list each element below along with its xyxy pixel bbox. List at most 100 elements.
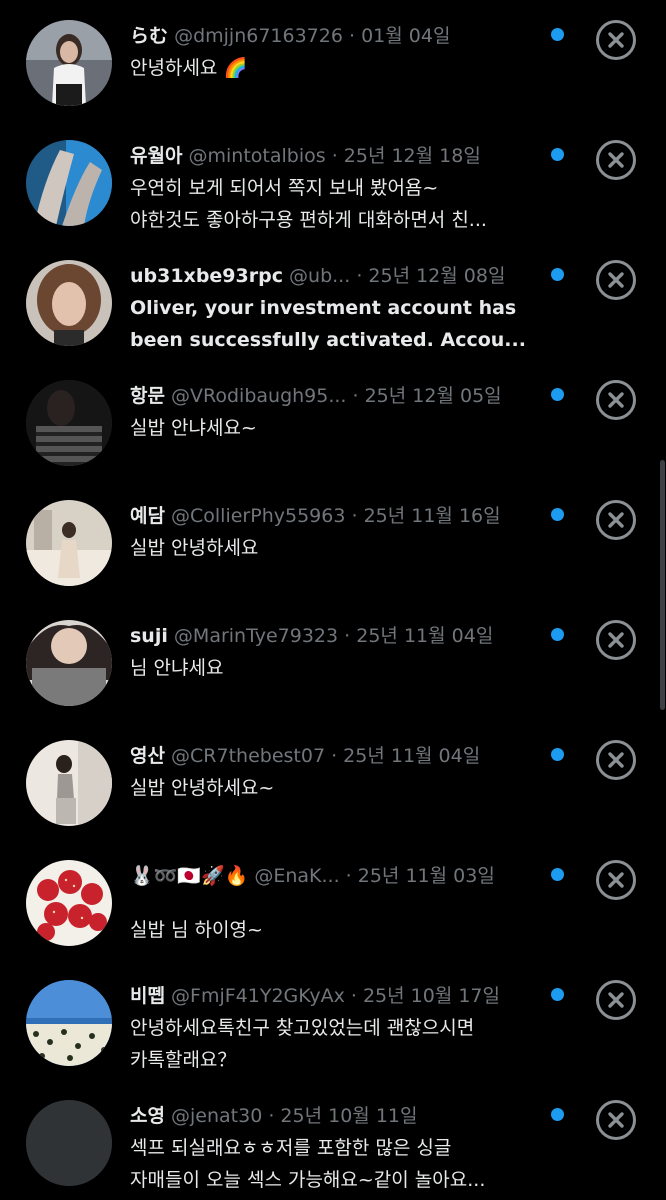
avatar[interactable]	[26, 1100, 112, 1186]
avatar[interactable]	[26, 380, 112, 466]
unread-dot-icon	[551, 868, 564, 881]
conversation-list: らむ @dmjjn67163726 · 01월 04일안녕하세요 🌈 유월아 @…	[0, 0, 666, 1200]
close-icon[interactable]	[596, 740, 636, 780]
unread-dot-icon	[551, 988, 564, 1001]
user-handle: @MarinTye79323	[173, 625, 339, 647]
conversation-content: ub31xbe93rpc @ub... · 25년 12월 08일 Oliver,…	[130, 260, 540, 356]
conversation-item[interactable]: らむ @dmjjn67163726 · 01월 04일안녕하세요 🌈	[0, 20, 666, 140]
user-handle: @jenat30	[171, 1105, 263, 1127]
message-preview: 실밥 안냐세요~	[130, 417, 257, 439]
conversation-content: 비뗍 @FmjF41Y2GKyAx · 25년 10월 17일안녕하세요톡친구 …	[130, 980, 540, 1076]
close-icon[interactable]	[596, 980, 636, 1020]
conversation-content: 소영 @jenat30 · 25년 10월 11일섹프 되실래요ㅎㅎ저를 포함한…	[130, 1100, 540, 1196]
conversation-header: らむ @dmjjn67163726 · 01월 04일	[130, 20, 540, 52]
display-name[interactable]: ub31xbe93rpc	[130, 265, 283, 287]
unread-dot-icon	[551, 748, 564, 761]
close-icon[interactable]	[596, 140, 636, 180]
display-name[interactable]: 영산	[130, 745, 165, 767]
message-date: · 25년 10월 17일	[350, 985, 501, 1007]
message-preview-line-2: been successfully activated. Accou...	[130, 329, 526, 351]
close-icon[interactable]	[596, 500, 636, 540]
close-icon[interactable]	[596, 20, 636, 60]
avatar[interactable]	[26, 980, 112, 1066]
user-handle: @CR7thebest07	[171, 745, 326, 767]
message-date: · 25년 12월 18일	[331, 145, 481, 167]
message-preview: 우연히 보게 되어서 쪽지 보내 봤어욤~	[130, 177, 439, 199]
avatar[interactable]	[26, 20, 112, 106]
conversation-item[interactable]: 항문 @VRodibaugh95... · 25년 12월 05일실밥 안냐세요…	[0, 380, 666, 500]
conversation-item[interactable]: ub31xbe93rpc @ub... · 25년 12월 08일 Oliver,…	[0, 260, 666, 380]
display-name[interactable]: suji	[130, 625, 168, 647]
display-name[interactable]: 비뗍	[130, 985, 165, 1007]
user-handle: @dmjjn67163726	[174, 25, 343, 47]
conversation-header: suji @MarinTye79323 · 25년 11월 04일	[130, 620, 540, 652]
close-icon[interactable]	[596, 1100, 636, 1140]
conversation-content: 영산 @CR7thebest07 · 25년 11월 04일실밥 안녕하세요~	[130, 740, 540, 804]
display-name[interactable]: らむ	[130, 25, 168, 47]
conversation-header: 항문 @VRodibaugh95... · 25년 12월 05일	[130, 380, 540, 412]
message-date: · 25년 11월 03일	[345, 865, 495, 887]
message-date: · 25년 10월 11일	[268, 1105, 418, 1127]
user-handle: @FmjF41Y2GKyAx	[171, 985, 345, 1007]
close-icon[interactable]	[596, 260, 636, 300]
user-handle: @VRodibaugh95...	[171, 385, 347, 407]
conversation-item[interactable]: 소영 @jenat30 · 25년 10월 11일섹프 되실래요ㅎㅎ저를 포함한…	[0, 1100, 666, 1200]
conversation-item[interactable]: 유월아 @mintotalbios · 25년 12월 18일우연히 보게 되어…	[0, 140, 666, 260]
display-name[interactable]: 항문	[130, 385, 165, 407]
close-icon[interactable]	[596, 380, 636, 420]
message-preview: 안녕하세요 🌈	[130, 57, 248, 79]
message-preview: 섹프 되실래요ㅎㅎ저를 포함한 많은 싱글	[130, 1137, 452, 1159]
unread-dot-icon	[551, 148, 564, 161]
conversation-header: 유월아 @mintotalbios · 25년 12월 18일	[130, 140, 540, 172]
unread-dot-icon	[551, 628, 564, 641]
message-preview: 안녕하세요톡친구 찾고있었는데 괜찮으시면	[130, 1017, 475, 1039]
scrollbar[interactable]	[660, 460, 665, 710]
user-handle: @CollierPhy55963	[171, 505, 346, 527]
conversation-header: 소영 @jenat30 · 25년 10월 11일	[130, 1100, 540, 1132]
avatar[interactable]	[26, 260, 112, 346]
message-date: · 25년 11월 16일	[351, 505, 501, 527]
display-name[interactable]: 유월아	[130, 145, 182, 167]
display-name[interactable]: 예담	[130, 505, 165, 527]
unread-dot-icon	[551, 28, 564, 41]
close-icon[interactable]	[596, 860, 636, 900]
conversation-item[interactable]: 🐰➿🇯🇵🚀🔥 @EnaK... · 25년 11월 03일실밥 님 하이영~	[0, 860, 666, 980]
conversation-item[interactable]: 비뗍 @FmjF41Y2GKyAx · 25년 10월 17일안녕하세요톡친구 …	[0, 980, 666, 1100]
message-preview: 실밥 안녕하세요~	[130, 777, 275, 799]
conversation-item[interactable]: 영산 @CR7thebest07 · 25년 11월 04일실밥 안녕하세요~	[0, 740, 666, 860]
message-preview: 실밥 안녕하세요	[130, 537, 259, 559]
display-name[interactable]: 🐰➿🇯🇵🚀🔥	[130, 865, 248, 887]
conversation-header: 영산 @CR7thebest07 · 25년 11월 04일	[130, 740, 540, 772]
avatar[interactable]	[26, 740, 112, 826]
avatar[interactable]	[26, 140, 112, 226]
unread-dot-icon	[551, 508, 564, 521]
message-date: · 25년 11월 04일	[331, 745, 481, 767]
conversation-header: 🐰➿🇯🇵🚀🔥 @EnaK... · 25년 11월 03일	[130, 860, 540, 892]
avatar[interactable]	[26, 620, 112, 706]
user-handle: @ub...	[289, 265, 351, 287]
message-preview-line-2: 자매들이 오늘 섹스 가능해요~같이 놀아요...	[130, 1169, 486, 1191]
close-icon[interactable]	[596, 620, 636, 660]
message-preview-line-2: 카톡할래요？	[130, 1049, 237, 1071]
message-date: · 25년 11월 04일	[344, 625, 494, 647]
message-date: · 01월 04일	[349, 25, 451, 47]
avatar[interactable]	[26, 500, 112, 586]
user-handle: @EnaK...	[254, 865, 340, 887]
conversation-item[interactable]: suji @MarinTye79323 · 25년 11월 04일님 안냐세요	[0, 620, 666, 740]
unread-dot-icon	[551, 268, 564, 281]
conversation-header: 예담 @CollierPhy55963 · 25년 11월 16일	[130, 500, 540, 532]
display-name[interactable]: 소영	[130, 1105, 165, 1127]
user-handle: @mintotalbios	[188, 145, 326, 167]
conversation-item[interactable]: 예담 @CollierPhy55963 · 25년 11월 16일실밥 안녕하세…	[0, 500, 666, 620]
conversation-content: 유월아 @mintotalbios · 25년 12월 18일우연히 보게 되어…	[130, 140, 540, 236]
message-preview-line-2: 야한것도 좋아하구용 편하게 대화하면서 친...	[130, 209, 487, 231]
message-preview: 실밥 님 하이영~	[130, 919, 263, 941]
conversation-header: 비뗍 @FmjF41Y2GKyAx · 25년 10월 17일	[130, 980, 540, 1012]
unread-dot-icon	[551, 388, 564, 401]
conversation-content: 항문 @VRodibaugh95... · 25년 12월 05일실밥 안냐세요…	[130, 380, 540, 444]
message-date: · 25년 12월 05일	[352, 385, 502, 407]
avatar[interactable]	[26, 860, 112, 946]
conversation-header: ub31xbe93rpc @ub... · 25년 12월 08일	[130, 260, 540, 292]
conversation-content: らむ @dmjjn67163726 · 01월 04일안녕하세요 🌈	[130, 20, 540, 84]
message-preview: 님 안냐세요	[130, 657, 224, 679]
